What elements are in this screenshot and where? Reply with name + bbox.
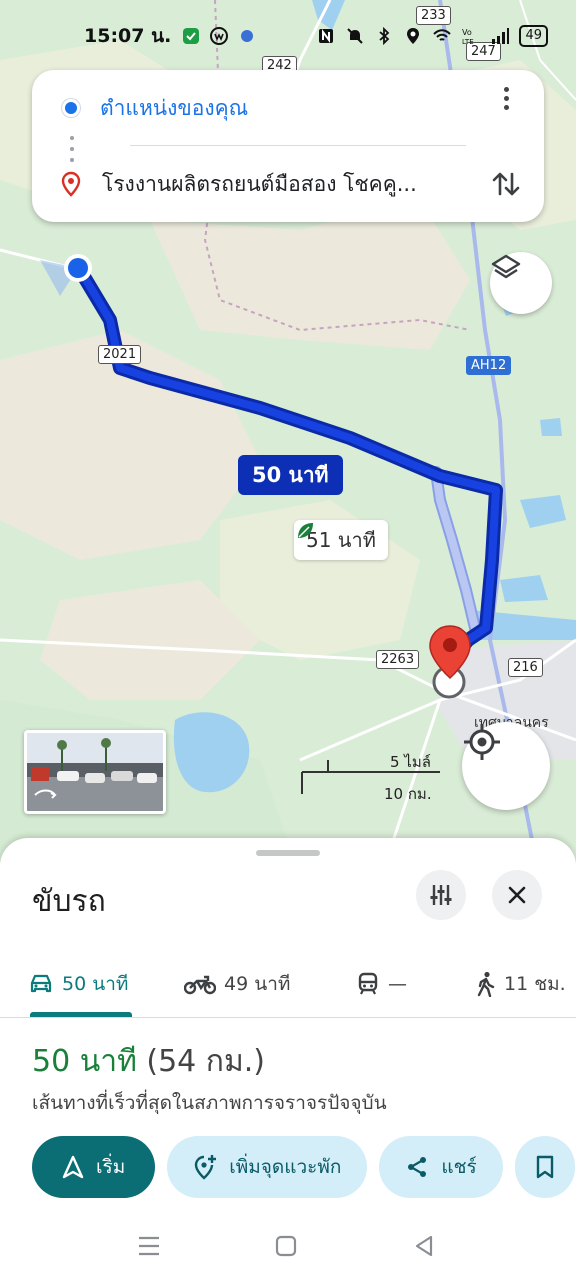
crosshair-icon [464,724,500,760]
close-icon [508,886,526,904]
my-location-button[interactable] [462,722,550,810]
svg-text:LTE: LTE [462,38,474,46]
alternate-route-label[interactable]: 51 นาที [294,520,388,560]
layers-button[interactable] [490,252,552,314]
recents-menu-icon[interactable] [136,1234,162,1258]
notification-icons [181,26,257,46]
destination-marker-icon [61,171,81,197]
volte-icon: VoLTE [462,28,474,46]
status-time: 15:07 น. [84,25,172,47]
close-button[interactable] [492,870,542,920]
more-dot [503,95,509,101]
nfc-icon [319,29,334,43]
app-notification-icon [183,28,200,44]
tab-transit-label: — [388,973,407,995]
road-shield: AH12 [466,356,512,375]
more-options-button[interactable] [490,78,522,118]
wifi-icon [433,29,452,41]
home-icon[interactable] [274,1234,298,1258]
signal-icon [492,28,510,44]
location-icon [407,28,420,44]
summary-duration: 50 นาที [32,1044,137,1079]
system-icons: Vo LTE 49 [316,25,548,47]
tab-transit[interactable]: — [356,950,407,1018]
add-location-icon [195,1155,217,1180]
motorcycle-icon [184,975,216,995]
sheet-title: ขับรถ [32,884,106,919]
destination-pin-icon[interactable] [428,624,472,680]
drag-handle[interactable] [256,850,320,856]
tab-motorcycle-label: 49 นาที [224,973,291,995]
route-summary: 50 นาที (54 กม.) [32,1038,265,1085]
walk-icon [477,971,495,997]
travel-mode-tabs: 50 นาที 49 นาที — 11 ชม. [0,950,576,1018]
car-icon [30,974,52,993]
origin-row[interactable]: ตำแหน่งของคุณ [32,86,544,130]
route-description: เส้นทางที่เร็วที่สุดในสภาพการจราจรปัจจุบ… [32,1092,387,1114]
share-button[interactable]: แชร์ [379,1136,503,1198]
more-dot [503,104,509,110]
bluetooth-icon [379,26,390,46]
alt-route-duration: 51 นาที [306,528,376,552]
destination-field[interactable]: โรงงานผลิตรถยนต์มือสอง โชคคู... [102,168,472,201]
add-stop-button[interactable]: เพิ่มจุดแวะพัก [167,1136,368,1198]
add-stop-label: เพิ่มจุดแวะพัก [229,1156,342,1178]
tab-drive[interactable]: 50 นาที [28,950,128,1018]
battery-indicator: 49 [519,25,548,47]
swap-directions-icon[interactable] [488,166,524,202]
directions-card: ตำแหน่งของคุณ โรงงานผลิตรถยนต์มือสอง โชค… [32,70,544,222]
route-connector-icon [70,136,74,162]
route-options-button[interactable] [416,870,466,920]
status-bar: 15:07 น. Vo LTE 49 [0,0,576,72]
tab-walk-label: 11 ชม. [504,973,566,995]
svg-text:Vo: Vo [462,28,472,37]
save-button[interactable] [514,1136,575,1198]
system-nav-bar [0,1212,576,1280]
tab-walk[interactable]: 11 ชม. [476,950,566,1018]
layers-icon [491,254,521,279]
tune-icon [430,885,452,905]
share-icon [408,1157,427,1177]
tab-drive-label: 50 นาที [62,973,129,995]
bookmark-icon [536,1155,553,1179]
chat-icon [210,27,229,45]
dot-icon [241,30,254,42]
street-view-image [27,733,163,811]
more-dot [503,86,509,92]
divider [130,145,466,146]
action-buttons: เริ่ม เพิ่มจุดแวะพัก แชร์ [32,1136,575,1198]
origin-field[interactable]: ตำแหน่งของคุณ [100,92,248,125]
mute-icon [347,28,364,44]
start-label: เริ่ม [96,1156,126,1178]
start-button[interactable]: เริ่ม [32,1136,156,1198]
tab-motorcycle[interactable]: 49 นาที [184,950,290,1018]
street-view-thumbnail[interactable] [24,730,166,814]
back-icon[interactable] [412,1234,436,1258]
train-icon [358,972,378,995]
primary-route-label[interactable]: 50 นาที [238,455,343,495]
road-shield: 216 [508,658,543,677]
eco-leaf-icon [298,523,313,538]
origin-dot-icon [62,99,80,117]
navigation-arrow-icon [62,1155,84,1179]
scale-miles-label: 5 ไมล์ [390,753,431,771]
active-tab-indicator [30,1012,132,1017]
summary-distance: (54 กม.) [146,1044,265,1079]
scale-km-label: 10 กม. [384,785,432,803]
destination-row[interactable]: โรงงานผลิตรถยนต์มือสอง โชคคู... [32,162,544,206]
share-label: แชร์ [441,1156,477,1178]
road-shield: 2021 [98,345,142,364]
road-shield: 2263 [376,650,420,669]
